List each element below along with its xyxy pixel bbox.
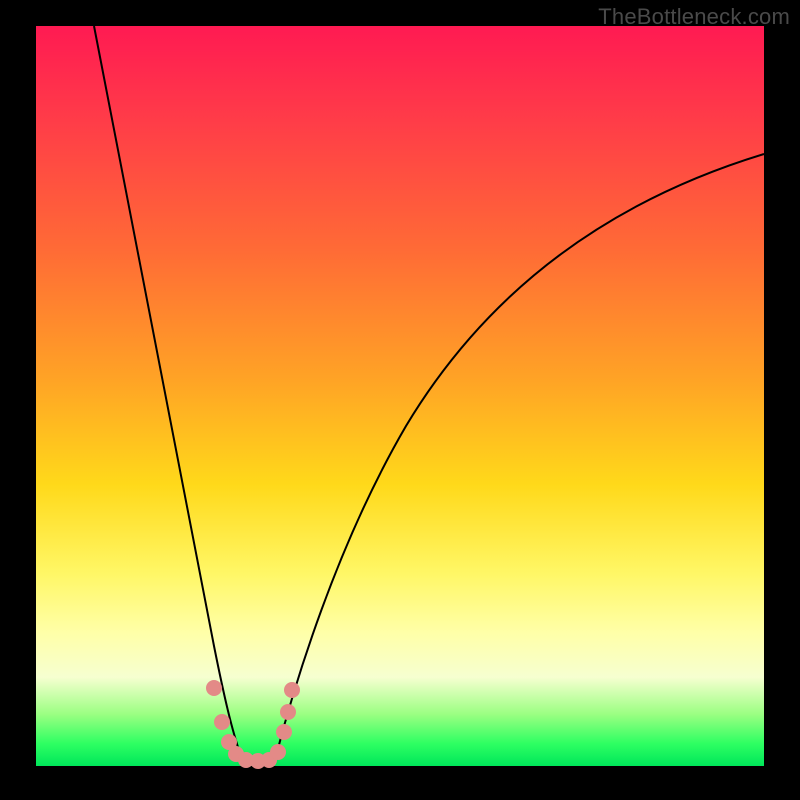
plot-area xyxy=(36,26,764,766)
marker-dot xyxy=(270,744,286,760)
chart-frame: TheBottleneck.com xyxy=(0,0,800,800)
curve-right-branch xyxy=(276,154,764,756)
marker-dot xyxy=(206,680,222,696)
trough-markers xyxy=(206,680,300,769)
marker-dot xyxy=(284,682,300,698)
marker-dot xyxy=(280,704,296,720)
curve-left-branch xyxy=(94,26,241,756)
curve-layer xyxy=(36,26,764,766)
marker-dot xyxy=(276,724,292,740)
marker-dot xyxy=(214,714,230,730)
